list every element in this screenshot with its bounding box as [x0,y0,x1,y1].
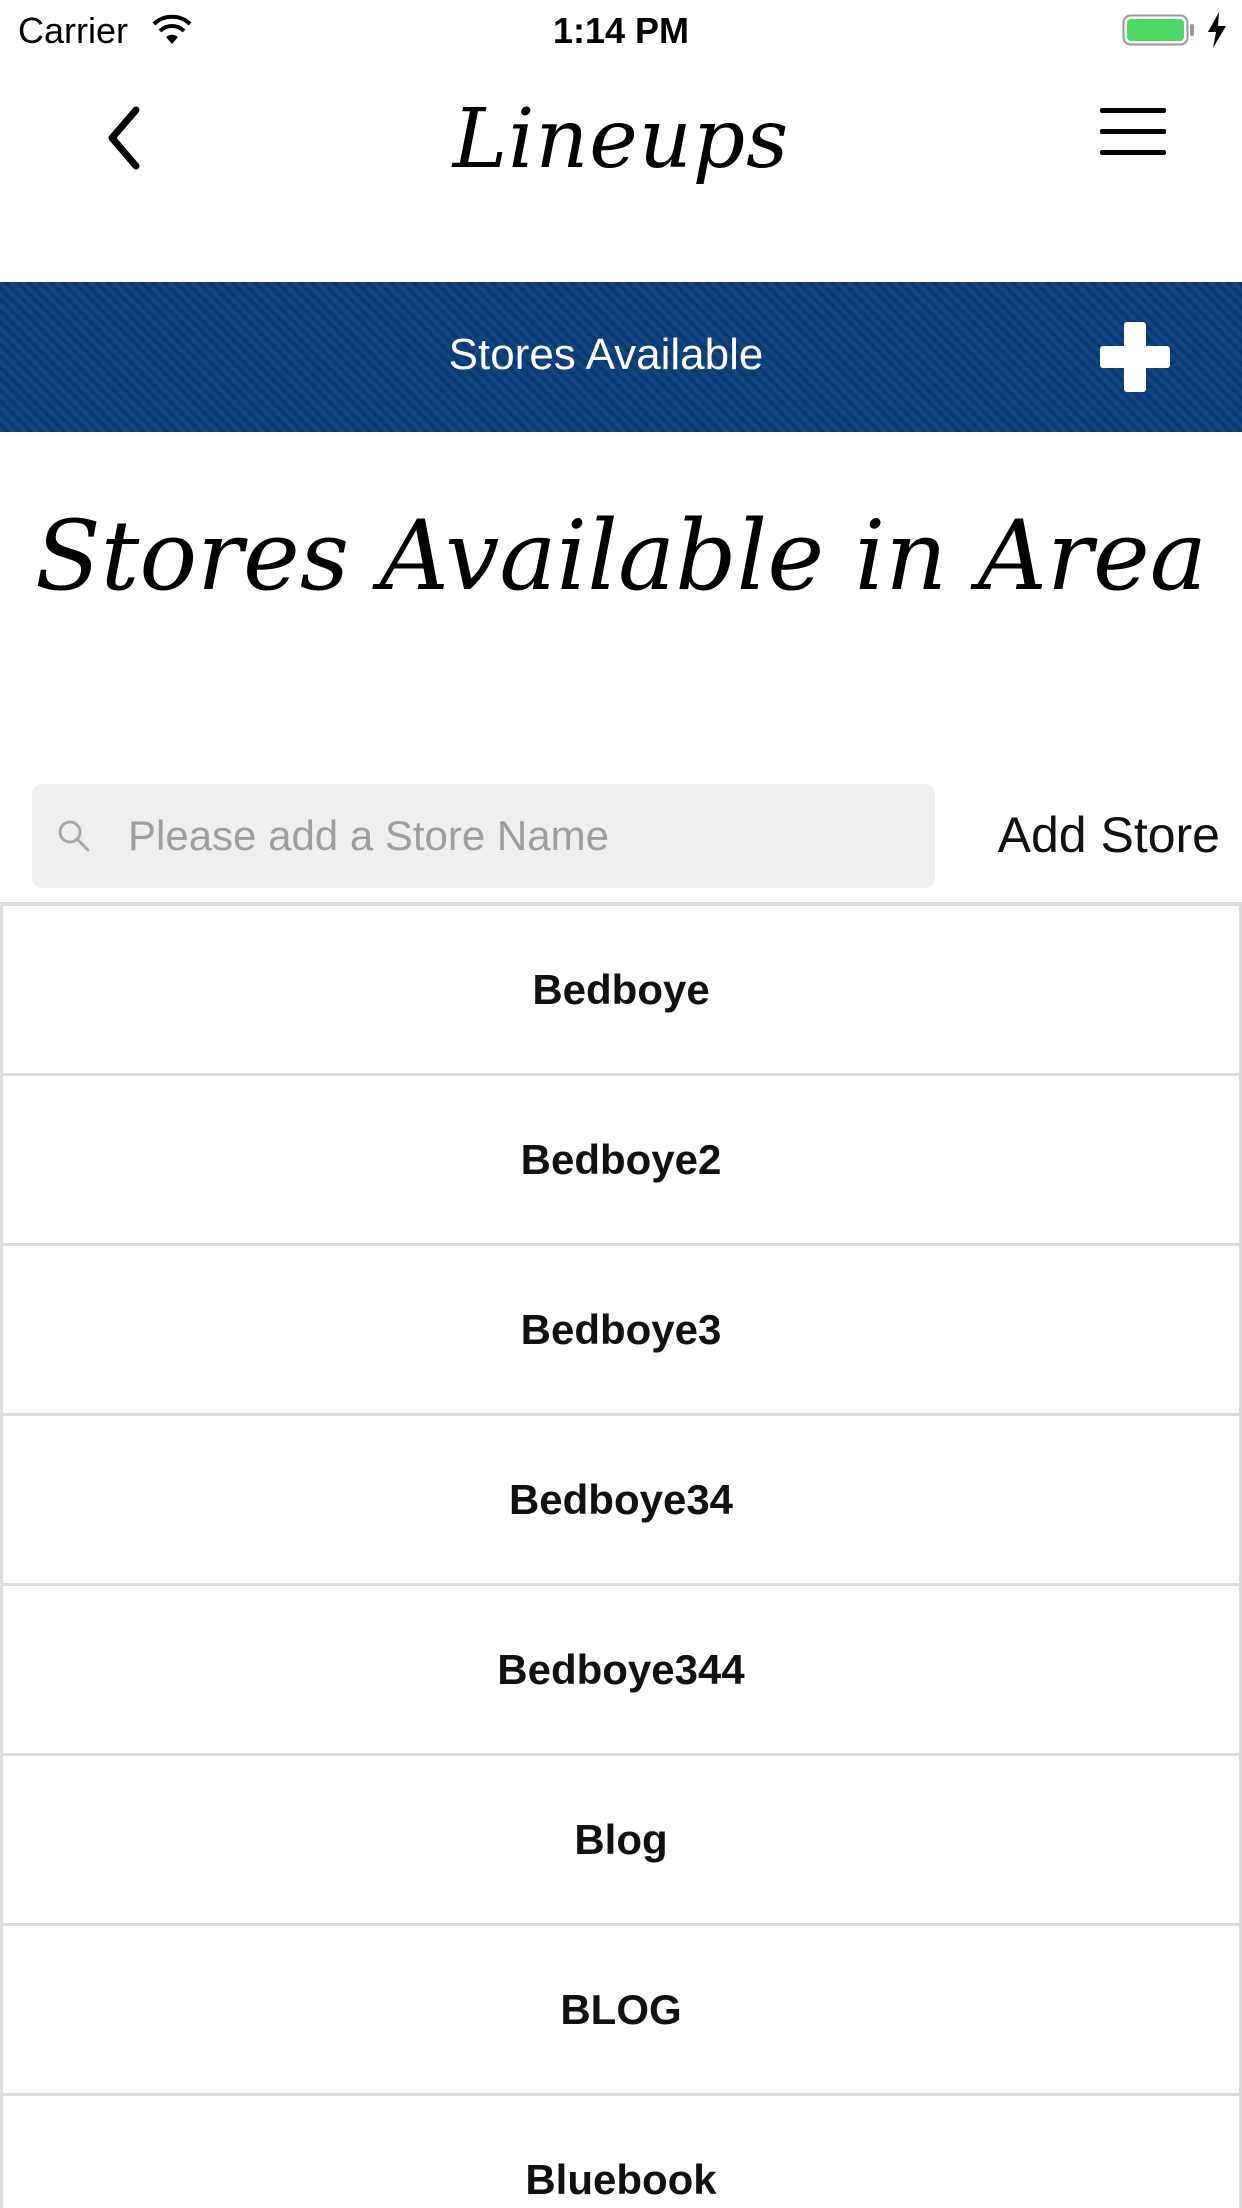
page-title: Stores Available in Area [35,500,1207,612]
store-name: Blog [574,1815,668,1863]
store-name-input[interactable] [128,784,918,888]
app-title: Lineups [452,92,790,187]
list-item[interactable]: Bedboye344 [0,1586,1242,1756]
status-time: 1:14 PM [552,10,690,51]
hamburger-menu-icon [1100,108,1166,113]
store-name: Bedboye3 [520,1305,722,1353]
search-bar[interactable] [32,784,935,888]
list-item[interactable]: Bedboye34 [0,1416,1242,1586]
navigation-bar: Lineups [0,62,1242,282]
battery-icon [1122,14,1194,46]
list-item[interactable]: Bedboye2 [0,1076,1242,1246]
store-name: Bluebook [525,2155,717,2203]
store-list: Bedboye Bedboye2 Bedboye3 Bedboye34 Bedb… [0,902,1242,2208]
section-header: Stores Available [0,282,1242,432]
menu-button[interactable] [1100,108,1168,164]
status-bar: Carrier 1:14 PM [0,0,1242,62]
charging-bolt-icon [1208,12,1226,48]
search-icon [58,820,90,852]
store-name: Bedboye [532,965,710,1013]
list-item[interactable]: Bluebook [0,2096,1242,2208]
section-header-title: Stores Available [448,330,764,379]
list-item[interactable]: BLOG [0,1926,1242,2096]
store-name: Bedboye34 [508,1475,734,1523]
plus-icon[interactable] [1100,322,1170,392]
list-item[interactable]: Bedboye3 [0,1246,1242,1416]
list-item[interactable]: Bedboye [0,906,1242,1076]
store-name: BLOG [560,1985,682,2033]
store-name: Bedboye2 [520,1135,722,1183]
list-item[interactable]: Blog [0,1756,1242,1926]
store-name: Bedboye344 [497,1645,745,1693]
add-store-button[interactable]: Add Store [960,806,1220,864]
